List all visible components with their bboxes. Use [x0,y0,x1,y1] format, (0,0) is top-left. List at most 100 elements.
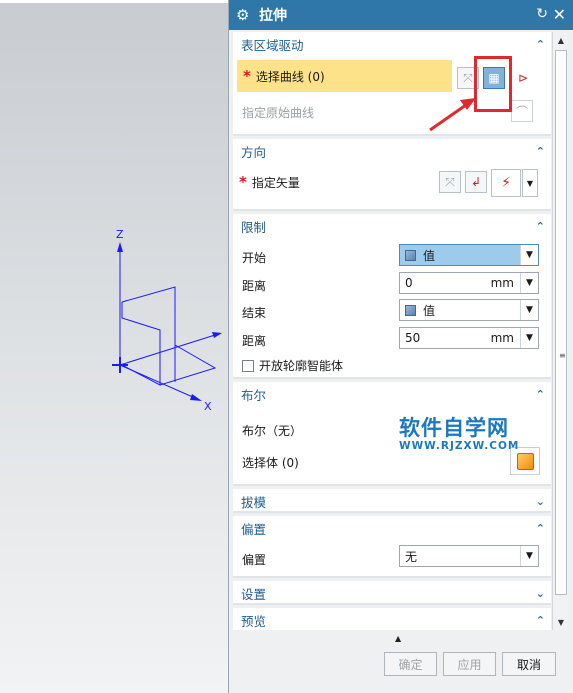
section-title: 设置 [241,586,267,602]
offset-label: 偏置 [242,553,267,567]
chevron-down-icon[interactable]: ▼ [520,273,538,293]
distance-label: 距离 [242,334,267,348]
extrude-dialog: ⚙ 拉伸 ↻ ✕ 表区域驱动 ⌃ * 选择曲线 (0) ⤧ ▦ ⊳ 指定原始曲线… [228,0,573,693]
curve-sketch-button[interactable]: ⊳ [512,67,534,89]
select-curve-label: 选择曲线 (0) [255,69,325,84]
z-axis-label: Z [116,228,124,241]
x-axis-label: X [204,400,212,413]
cube-icon [405,249,416,261]
chevron-down-icon[interactable]: ⌄ [536,587,545,600]
original-curve-button[interactable]: ⌒ [511,100,533,122]
open-profile-checkbox[interactable] [242,359,254,372]
end-option-select[interactable]: 值 ▼ [399,299,539,321]
start-label: 开始 [242,251,267,265]
specify-vector-label: 指定矢量 [251,175,300,190]
chevron-down-icon[interactable]: ▼ [520,300,538,320]
specify-original-curve-label: 指定原始曲线 [242,106,315,120]
chevron-up-icon[interactable]: ⌃ [536,522,545,535]
specify-vector-row: * 指定矢量 [239,170,300,194]
chevron-down-icon[interactable]: ⌄ [536,495,545,508]
start-option-select[interactable]: 值 ▼ [399,244,539,266]
panel-scrollbar[interactable]: ▲ ≡ ▼ [552,32,568,630]
orange-cube-icon [516,452,534,470]
chevron-up-icon[interactable]: ⌃ [536,38,545,51]
section-header-direction[interactable]: 方向 ⌃ [233,139,551,163]
watermark-title: 软件自学网 [399,416,509,440]
boolean-label: 布尔（无） [242,424,303,438]
section-header-offset[interactable]: 偏置 ⌃ [233,516,551,540]
chevron-up-icon[interactable]: ⌃ [536,145,545,158]
dialog-footer: ▲ 确定 应用 取消 [229,630,573,693]
unit-label: mm [490,331,514,345]
end-distance-input[interactable]: 50 mm ▼ [399,327,539,349]
end-distance-value: 50 [405,331,421,345]
3d-viewport[interactable]: Z X [0,0,228,693]
required-icon: * [243,67,251,85]
section-settings: 设置 ⌄ [233,581,551,605]
select-curve-row[interactable]: * 选择曲线 (0) [237,60,452,92]
collapse-triangle-icon[interactable]: ▲ [395,634,401,643]
apply-button[interactable]: 应用 [443,652,496,676]
cancel-button[interactable]: 取消 [502,652,556,676]
section-limits: 限制 ⌃ 开始 值 ▼ 距离 0 mm ▼ 结束 值 ▼ 距离 50 mm ▼ … [233,214,551,379]
section-offset: 偏置 ⌃ 偏置 无 ▼ [233,516,551,578]
chevron-down-icon: ▼ [526,178,534,188]
vector-dialog-button[interactable]: ↲ [465,171,487,193]
section-header-limits[interactable]: 限制 ⌃ [233,214,551,238]
section-title: 方向 [241,144,267,160]
start-option-value: 值 [423,248,436,263]
section-header-draft[interactable]: 拔模 ⌄ [233,489,551,513]
vector-dropdown-button[interactable]: ▼ [522,169,538,197]
vector-dialog-icon: ↲ [470,175,482,189]
gear-icon: ⚙ [236,6,250,24]
section-title: 拔模 [241,494,267,510]
ok-button[interactable]: 确定 [384,652,437,676]
close-icon[interactable]: ✕ [553,5,566,24]
chevron-down-icon[interactable]: ▼ [520,328,538,348]
dialog-title-bar: ⚙ 拉伸 ↻ ✕ [229,0,573,30]
start-distance-input[interactable]: 0 mm ▼ [399,272,539,294]
section-header-settings[interactable]: 设置 ⌄ [233,581,551,605]
scrollbar-thumb[interactable]: ≡ [555,50,567,595]
arc-icon: ⌒ [515,104,528,119]
curve-sketch-icon: ⊳ [517,71,529,85]
section-preview: 预览 ⌃ [233,608,551,630]
section-header-table-drive[interactable]: 表区域驱动 ⌃ [233,32,551,56]
open-profile-option[interactable]: 开放轮廓智能体 [242,357,343,374]
chevron-up-icon[interactable]: ⌃ [536,614,545,627]
scroll-up-icon[interactable]: ▲ [553,32,569,48]
select-body-label: 选择体 (0) [242,456,299,470]
section-draft: 拔模 ⌄ [233,489,551,513]
section-header-preview[interactable]: 预览 ⌃ [233,608,551,630]
section-direction: 方向 ⌃ * 指定矢量 ⤧ ↲ ⚡ ▼ [233,139,551,211]
section-title: 限制 [241,219,267,235]
distance-label: 距离 [242,279,267,293]
section-title: 表区域驱动 [241,37,304,53]
inferred-vector-icon: ⚡ [501,175,511,191]
dialog-title: 拉伸 [259,8,287,24]
reset-icon[interactable]: ↻ [536,6,548,22]
offset-value: 无 [405,549,418,564]
annotation-highlight-box [474,56,512,112]
required-icon: * [239,173,247,191]
inferred-vector-button[interactable]: ⚡ [491,169,521,197]
end-label: 结束 [242,306,267,320]
chevron-up-icon[interactable]: ⌃ [536,388,545,401]
watermark-url: WWW.RJZXW.COM [399,440,520,452]
open-profile-label: 开放轮廓智能体 [259,359,344,373]
scroll-down-icon[interactable]: ▼ [553,614,569,630]
grip-icon: ≡ [559,351,566,360]
chevron-up-icon[interactable]: ⌃ [536,220,545,233]
chevron-down-icon[interactable]: ▼ [520,546,538,566]
unit-label: mm [490,276,514,290]
section-title: 预览 [241,613,267,629]
cross-arrows-icon: ⤧ [463,70,473,85]
section-title: 布尔 [241,387,267,403]
section-header-boolean[interactable]: 布尔 ⌃ [233,382,551,406]
start-distance-value: 0 [405,276,413,290]
offset-select[interactable]: 无 ▼ [399,545,539,567]
section-title: 偏置 [241,521,267,537]
vector-reverse-button[interactable]: ⤧ [439,171,461,193]
coordinate-system-graphic: Z X [112,228,222,413]
chevron-down-icon[interactable]: ▼ [520,245,538,265]
